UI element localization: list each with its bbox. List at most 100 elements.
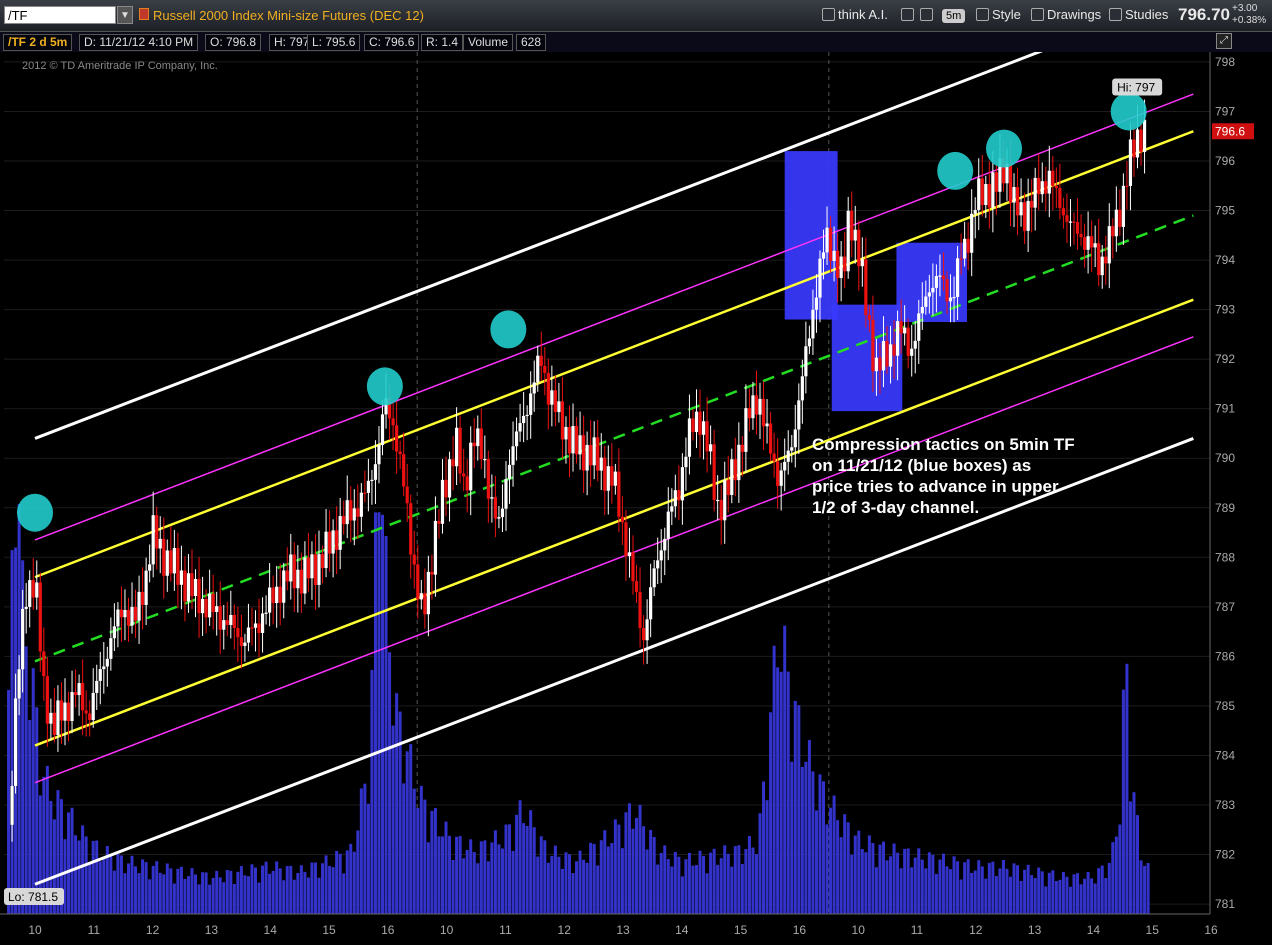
volume-bar [437,836,441,914]
volume-bar [151,865,155,914]
instrument-name: Russell 2000 Index Mini-size Futures (DE… [153,8,424,23]
candle-body [959,258,963,260]
candle-body [924,296,928,307]
info-volume: 628 [516,34,547,51]
studies-menu[interactable]: Studies [1109,5,1168,25]
candle-body [754,395,759,415]
y-tick-label: 790 [1215,451,1235,465]
candle-body [814,297,819,310]
timeframe-label: 5m [942,9,966,23]
candle-body [726,480,730,496]
candle-body [412,554,416,565]
volume-bar [84,836,88,914]
volume-bar [874,867,878,914]
symbol-dropdown-button[interactable]: ▼ [117,6,133,24]
x-tick-label: 14 [264,923,278,937]
candle-body [843,256,847,272]
think-ai-button[interactable]: think A.I. [822,5,888,25]
volume-bar [126,863,130,914]
info-symbol-period: /TF 2 d 5m [3,34,73,51]
candle-body [444,479,448,498]
volume-bar [712,848,716,914]
volume-bar [998,868,1002,914]
candle-body [102,666,106,670]
volume-bar [328,865,332,914]
candle-body [895,321,900,356]
volume-bar [730,866,734,914]
volume-bar [423,799,427,914]
chart-settings-icon[interactable]: ⤢ [1216,33,1232,49]
candle-body [458,427,462,474]
timeframe-button[interactable]: 5m [942,5,966,25]
candle-body [10,785,14,825]
candle-body [239,637,243,646]
volume-bar [793,700,797,914]
volume-bar [282,880,286,914]
crosshair-tool-button[interactable] [901,5,917,25]
volume-bar [176,868,180,914]
candle-body [574,426,579,455]
volume-bar [850,854,854,914]
candle-body [892,344,896,356]
volume-bar [402,783,406,914]
volume-bar [613,819,617,914]
volume-bar [356,830,360,914]
candle-body [543,365,547,373]
candle-body [59,700,64,721]
candle-body [994,172,998,192]
volume-bar [631,828,635,914]
candle-body [620,516,625,523]
volume-bar [1128,801,1132,914]
candle-body [536,355,540,383]
title-bar: /TF ▼ Russell 2000 Index Mini-size Futur… [0,0,1272,32]
y-tick-label: 787 [1215,600,1235,614]
candle-body [264,612,268,614]
candle-body [617,471,621,517]
candle-body [592,437,596,466]
drawings-menu[interactable]: Drawings [1031,5,1101,25]
volume-bar [532,827,536,914]
volume-bar [296,873,300,914]
volume-bar [709,852,713,914]
candle-body [327,531,332,554]
volume-bar [592,843,596,914]
volume-bar [747,836,751,914]
volume-bar [670,866,674,914]
volume-bar [1023,869,1027,914]
volume-bar [91,840,95,914]
volume-bar [913,857,917,914]
volume-bar [70,807,74,914]
volume-bar [500,848,504,914]
volume-bar [313,862,317,914]
candle-body [952,297,956,299]
instrument-flag-icon [139,8,149,20]
volume-bar [310,862,314,914]
volume-bar [917,848,921,914]
volume-bar [970,872,974,914]
candle-body [204,598,208,618]
candle-body [391,418,395,426]
candle-body [172,548,176,574]
symbol-input[interactable]: /TF [4,6,116,24]
volume-bar [465,849,469,914]
volume-bar [765,800,769,914]
candle-body [335,530,339,550]
candle-body [77,683,81,696]
candle-body [1111,226,1115,237]
volume-bar [705,873,709,914]
price-chart[interactable]: 781 782 783 784 785 786 787 788 789 790 791 792 793 7… [0,52,1272,945]
volume-bar [1005,868,1009,914]
candle-body [236,628,240,638]
candle-body [917,313,921,341]
volume-bar [186,876,190,914]
candle-body [1104,256,1108,264]
candle-body [821,252,826,259]
candle-body [903,327,907,334]
style-menu[interactable]: Style [976,5,1021,25]
candle-body [1118,209,1122,227]
y-tick-label: 798 [1215,55,1235,69]
candle-body [500,508,505,518]
candle-body [977,178,981,210]
candle-body [497,517,501,519]
settings-tool-button[interactable] [920,5,936,25]
